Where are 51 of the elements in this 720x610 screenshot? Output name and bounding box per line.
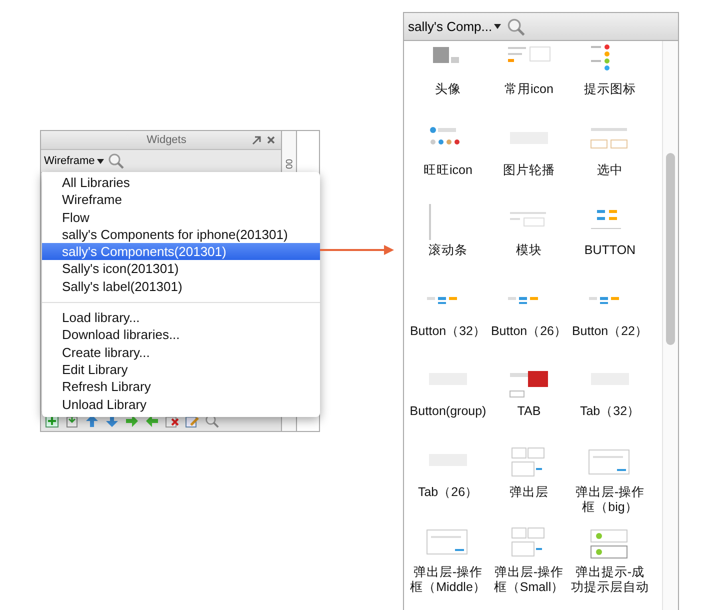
widget-label[interactable]: 模块: [489, 243, 569, 258]
menu-item[interactable]: Sally's icon(201301): [42, 260, 320, 278]
widget-label[interactable]: Tab（26）: [408, 484, 488, 500]
expand-icon[interactable]: [252, 136, 261, 144]
widget-label[interactable]: Button（32）: [408, 324, 488, 338]
widget-label[interactable]: Button（22）: [570, 324, 650, 338]
menu-item[interactable]: sally's Components for iphone(201301): [42, 226, 320, 244]
library-dropdown[interactable]: Wireframe: [44, 155, 104, 167]
menu-item[interactable]: Download libraries...: [42, 326, 320, 344]
delete-icon[interactable]: [165, 414, 179, 428]
widget-label[interactable]: 弹出层-操作框（Middle）: [408, 565, 488, 595]
widget-label[interactable]: 弹出层-操作框（Small）: [489, 565, 569, 595]
search-icon[interactable]: [108, 153, 124, 169]
widget-label[interactable]: 头像: [408, 82, 488, 97]
library-dropdown[interactable]: sally's Comp...: [408, 19, 502, 34]
menu-item[interactable]: Refresh Library: [42, 378, 320, 396]
menu-item[interactable]: sally's Components(201301): [42, 243, 320, 260]
widget-label[interactable]: BUTTON: [570, 243, 650, 258]
panel-title: Widgets: [146, 134, 188, 146]
arrow-right-icon[interactable]: [125, 414, 139, 428]
widget-label[interactable]: 弹出层-操作框（big）: [570, 484, 650, 514]
menu-item[interactable]: Edit Library: [42, 360, 320, 378]
widget-label[interactable]: 旺旺icon: [408, 162, 488, 178]
menu-item[interactable]: Sally's label(201301): [42, 278, 320, 296]
arrow-left-icon[interactable]: [145, 414, 159, 428]
scrollbar[interactable]: [662, 41, 678, 610]
widget-label[interactable]: 提示图标: [570, 82, 650, 97]
menu-item[interactable]: Create library...: [42, 344, 320, 361]
close-icon[interactable]: [267, 136, 275, 144]
menu-item[interactable]: Wireframe: [42, 191, 320, 209]
menu-item[interactable]: Unload Library: [42, 396, 320, 413]
widget-label[interactable]: 选中: [570, 162, 650, 178]
widget-label[interactable]: 常用icon: [489, 82, 569, 97]
widget-label[interactable]: 图片轮播: [489, 162, 569, 178]
caret-icon: [96, 158, 104, 164]
widget-label[interactable]: 弹出层: [489, 484, 569, 500]
widget-label[interactable]: TAB: [489, 404, 569, 419]
widget-label[interactable]: Button(group): [408, 404, 488, 419]
widget-label[interactable]: 滚动条: [408, 243, 488, 258]
edit-icon[interactable]: [185, 414, 199, 428]
widget-label[interactable]: 弹出提示-成功提示层自动: [570, 565, 650, 595]
menu-item[interactable]: Load library...: [42, 309, 320, 326]
import-icon[interactable]: [65, 414, 79, 428]
menu-item[interactable]: Flow: [42, 208, 320, 226]
widget-label[interactable]: Button（26）: [489, 324, 569, 338]
search-icon[interactable]: [507, 18, 526, 36]
menu-item[interactable]: All Libraries: [42, 174, 320, 192]
ruler-label: 00: [284, 159, 294, 172]
arrow-up-icon[interactable]: [85, 414, 99, 428]
widget-label[interactable]: Tab（32）: [570, 404, 650, 419]
caret-icon: [494, 24, 502, 29]
